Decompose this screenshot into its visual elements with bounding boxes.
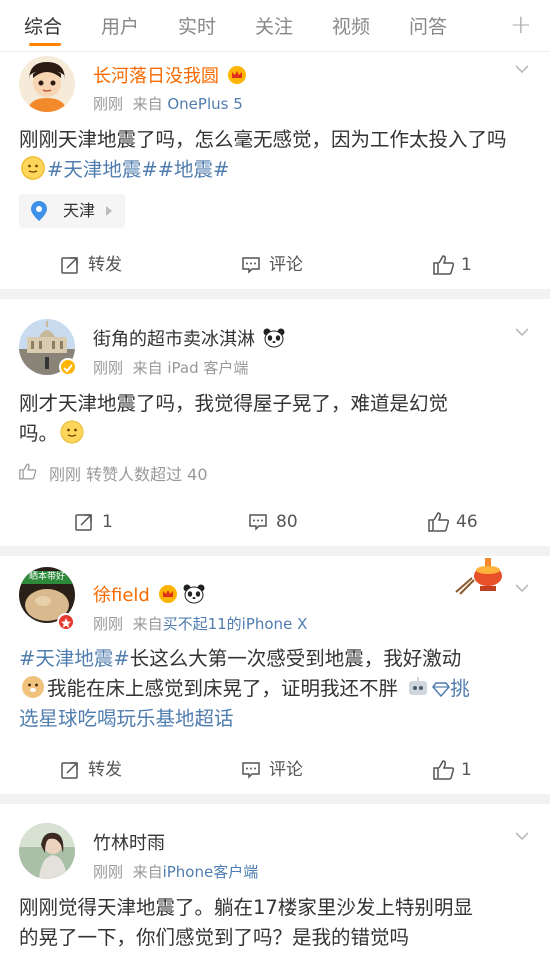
chevron-down-icon[interactable] xyxy=(515,325,529,339)
tab-following[interactable]: 关注 xyxy=(255,12,293,39)
like-icon xyxy=(433,760,455,780)
location-label: 天津 xyxy=(63,201,96,220)
repost-button[interactable]: 1 xyxy=(75,507,113,537)
like-icon xyxy=(433,255,455,275)
post-source[interactable]: iPhone客户端 xyxy=(163,863,259,881)
comment-button[interactable]: 评论 xyxy=(242,755,303,785)
tab-users[interactable]: 用户 xyxy=(101,12,139,39)
tab-video[interactable]: 视频 xyxy=(332,12,370,39)
topic-tag[interactable]: #地震# xyxy=(158,158,230,181)
panda-icon xyxy=(183,584,205,604)
repost-icon xyxy=(75,514,92,531)
username[interactable]: 徐field xyxy=(93,581,205,607)
post-source[interactable]: iPad 客户端 xyxy=(167,359,248,377)
post-meta: 刚刚 来自买不起11的iPhone X xyxy=(93,615,308,633)
comment-button[interactable]: 80 xyxy=(249,507,298,537)
diamond-icon xyxy=(432,682,451,698)
smile-emoji-icon xyxy=(60,420,84,444)
verified-badge-icon xyxy=(57,613,75,631)
post-meta: 刚刚 来自iPhone客户端 xyxy=(93,863,259,881)
comment-icon xyxy=(249,514,267,531)
avatar[interactable] xyxy=(19,56,75,112)
tab-realtime[interactable]: 实时 xyxy=(178,12,216,39)
vip-crown-icon xyxy=(227,66,246,84)
post-actions: 转发 评论 1 xyxy=(0,250,550,280)
post-card: 街角的超市卖冰淇淋 刚刚 来自 iPad 客户端 刚才天津地震了吗，我觉得屋子晃… xyxy=(0,299,550,546)
topic-tag[interactable]: #天津地震# xyxy=(47,158,158,181)
panda-icon xyxy=(263,328,285,348)
post-actions: 1 80 46 xyxy=(0,507,550,537)
like-button[interactable]: 46 xyxy=(428,507,478,537)
comment-button[interactable]: 评论 xyxy=(242,250,303,280)
add-tab-icon[interactable]: + xyxy=(510,10,532,40)
avatar[interactable] xyxy=(19,823,75,879)
post-meta: 刚刚 来自 iPad 客户端 xyxy=(93,359,249,377)
topic-tag[interactable]: #天津地震# xyxy=(19,647,130,670)
post-separator xyxy=(0,289,550,299)
tab-comprehensive[interactable]: 综合 xyxy=(24,12,62,39)
post-actions: 转发 评论 1 xyxy=(0,755,550,785)
post-text: #天津地震#长这么大第一次感受到地震，我好激动 我能在床上感觉到床晃了，证明我还不… xyxy=(19,647,470,730)
post-text: 刚刚天津地震了吗，怎么毫无感觉，因为工作太投入了吗#天津地震##地震# xyxy=(19,128,507,181)
location-pin-icon xyxy=(31,201,47,221)
avatar-label: 晒本带好 xyxy=(28,572,65,582)
post-meta: 刚刚 来自 OnePlus 5 xyxy=(93,95,243,113)
post-separator xyxy=(0,794,550,804)
like-icon xyxy=(428,512,450,532)
smile-emoji-icon xyxy=(21,156,45,180)
verified-badge-icon xyxy=(59,358,77,376)
robot-emoji-icon xyxy=(406,675,430,699)
hotpot-decoration-icon xyxy=(455,558,502,595)
post-card: 竹林时雨 刚刚 来自iPhone客户端 刚刚觉得天津地震了。躺在17楼家里沙发上… xyxy=(0,804,550,957)
doge-emoji-icon xyxy=(21,675,45,699)
username[interactable]: 长河落日没我圆 xyxy=(93,62,247,88)
vip-crown-icon xyxy=(158,585,177,603)
location-chip[interactable]: 天津 xyxy=(19,194,126,228)
username[interactable]: 街角的超市卖冰淇淋 xyxy=(93,325,285,351)
repost-button[interactable]: 转发 xyxy=(61,250,122,280)
post-text: 刚刚觉得天津地震了。躺在17楼家里沙发上特别明显 的晃了一下，你们感觉到了吗？是我… xyxy=(19,896,473,949)
like-button[interactable]: 1 xyxy=(433,755,472,785)
comment-icon xyxy=(242,257,260,274)
tab-qa[interactable]: 问答 xyxy=(409,12,447,39)
chevron-down-icon[interactable] xyxy=(515,62,529,76)
like-button[interactable]: 1 xyxy=(433,250,472,280)
post-source[interactable]: OnePlus 5 xyxy=(167,95,242,113)
repost-icon xyxy=(61,762,78,779)
chevron-down-icon[interactable] xyxy=(515,829,529,843)
repost-button[interactable]: 转发 xyxy=(61,755,122,785)
username[interactable]: 竹林时雨 xyxy=(93,829,165,855)
post-source[interactable]: 买不起11的iPhone X xyxy=(163,615,308,633)
post-text: 刚才天津地震了吗，我觉得屋子晃了，难道是幻觉 吗。 xyxy=(19,392,449,445)
chevron-down-icon[interactable] xyxy=(515,581,529,595)
chevron-right-icon xyxy=(106,206,113,216)
comment-icon xyxy=(242,762,260,779)
post-card: 晒本带好 徐field 刚刚 来自买不起11的iPhone X #天津地震#长这… xyxy=(0,556,550,794)
repost-icon xyxy=(61,257,78,274)
top-tab-bar: 综合 用户 实时 关注 视频 问答 + xyxy=(0,0,550,52)
post-card: 长河落日没我圆 刚刚 来自 OnePlus 5 刚刚天津地震了吗，怎么毫无感觉，… xyxy=(0,53,550,288)
post-separator xyxy=(0,546,550,556)
like-icon xyxy=(19,463,37,480)
liked-info: 刚刚 转赞人数超过 40 xyxy=(19,461,208,485)
active-tab-indicator xyxy=(29,43,61,46)
